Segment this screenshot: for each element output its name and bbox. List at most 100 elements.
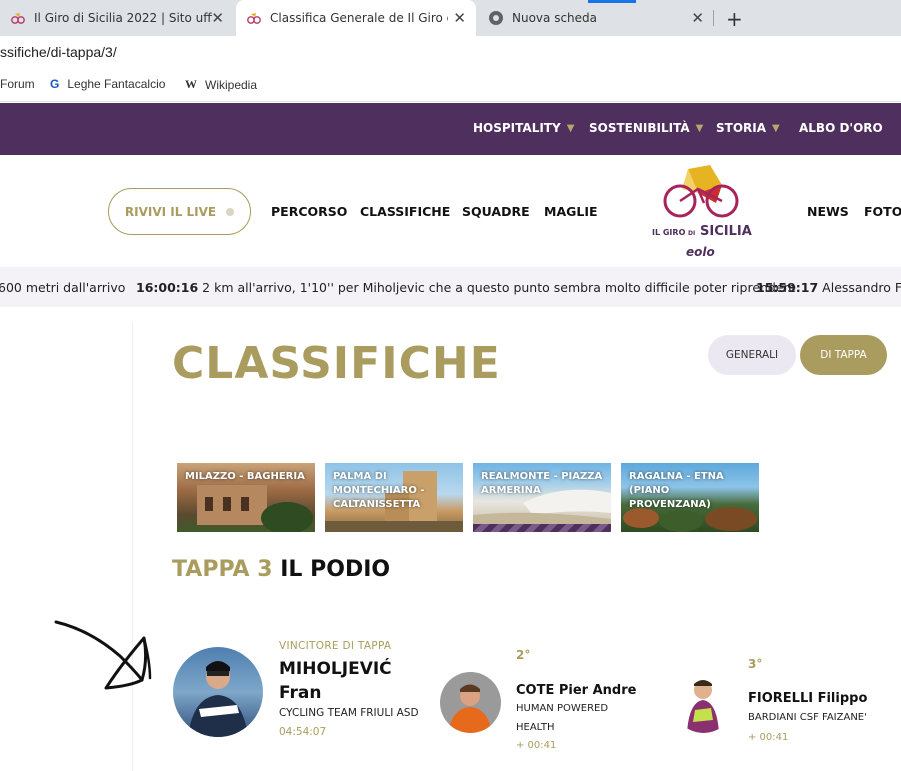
tab-title: Classifica Generale de Il Giro di Sicili… <box>270 11 448 25</box>
giro-favicon-icon <box>10 10 26 26</box>
team-line: HUMAN POWERED <box>516 703 609 714</box>
browser-tab-new[interactable]: Nuova scheda ✕ <box>478 0 714 36</box>
browser-tab-classifica[interactable]: Classifica Generale de Il Giro di Sicili… <box>236 0 476 36</box>
third-position: 3° <box>748 657 763 671</box>
ticker-text: 2 km all'arrivo, 1'10'' per Miholjevic c… <box>202 280 797 295</box>
tab-separator <box>713 10 714 26</box>
podium-heading: TAPPA 3 IL PODIO <box>172 557 390 582</box>
filter-di-tappa-button[interactable]: DI TAPPA <box>800 335 887 375</box>
ticker-item: 600 metri dall'arrivo <box>0 280 125 295</box>
nav-news[interactable]: NEWS <box>807 204 849 219</box>
browser-tab-strip: Il Giro di Sicilia 2022 | Sito ufficiale… <box>0 0 901 36</box>
nav-storia[interactable]: STORIA ▼ <box>716 121 780 135</box>
ticker-text: 600 metri dall'arrivo <box>0 280 126 295</box>
second-gap: + 00:41 <box>516 740 557 751</box>
winner-avatar[interactable] <box>173 647 263 737</box>
chevron-down-icon: ▼ <box>566 122 575 134</box>
nav-label: STORIA <box>716 121 767 135</box>
winner-time: 04:54:07 <box>279 726 327 738</box>
bookmark-forum[interactable]: Forum <box>0 77 35 91</box>
url-text[interactable]: ssifiche/di-tappa/3/ <box>0 44 117 60</box>
fantacalcio-icon: G <box>50 77 60 91</box>
third-team: BARDIANI CSF FAIZANE' <box>748 712 867 723</box>
bookmark-label: Forum <box>0 77 35 91</box>
tab-title: Il Giro di Sicilia 2022 | Sito ufficiale <box>34 11 212 25</box>
filter-generali-button[interactable]: GENERALI <box>708 335 796 375</box>
chevron-down-icon: ▼ <box>695 122 704 134</box>
nav-label: SOSTENIBILITÀ <box>589 121 690 135</box>
ticker-item: 16:00:16 2 km all'arrivo, 1'10'' per Mih… <box>136 280 796 295</box>
winner-label: VINCITORE DI TAPPA <box>279 640 392 652</box>
stage-card-4[interactable]: RAGALNA - ETNA (PIANO PROVENZANA) <box>621 463 759 532</box>
heading-rest: IL PODIO <box>280 557 391 582</box>
giro-di-sicilia-logo[interactable]: IL GIRO DI SICILIA eolo <box>648 163 752 261</box>
nav-sostenibilita[interactable]: SOSTENIBILITÀ ▼ <box>589 121 703 135</box>
giro-favicon-icon <box>246 10 262 26</box>
ticker-item: 15:59:17 Alessandro Fede <box>756 280 901 295</box>
stage-label: RAGALNA - ETNA (PIANO PROVENZANA) <box>629 471 724 510</box>
ticker-time: 15:59:17 <box>756 280 819 295</box>
logo-line1: IL GIRO <box>652 228 686 237</box>
bookmarks-bar: Forum G Leghe Fantacalcio W Wikipedia <box>0 68 901 102</box>
winner-team: CYCLING TEAM FRIULI ASD <box>279 707 419 719</box>
third-name[interactable]: FIORELLI Filippo <box>748 691 867 706</box>
site-header: RIVIVI IL LIVE PERCORSO CLASSIFICHE SQUA… <box>0 155 901 267</box>
tab-loading-indicator <box>588 0 636 3</box>
nav-hospitality[interactable]: HOSPITALITY ▼ <box>473 121 574 135</box>
rider-photo <box>448 684 492 733</box>
stage-card-2[interactable]: PALMA DI MONTECHIARO - CALTANISSETTA <box>325 463 463 532</box>
heading-stage-number: 3 <box>257 557 273 582</box>
top-navigation: HOSPITALITY ▼ SOSTENIBILITÀ ▼ STORIA ▼ A… <box>0 103 901 155</box>
close-tab-icon[interactable]: ✕ <box>691 9 704 27</box>
nav-percorso[interactable]: PERCORSO <box>271 204 347 219</box>
nav-maglie[interactable]: MAGLIE <box>544 204 598 219</box>
logo-line2: DI <box>688 230 695 237</box>
stage-card-1[interactable]: MILAZZO - BAGHERIA <box>177 463 315 532</box>
nav-squadre[interactable]: SQUADRE <box>462 204 530 219</box>
rivivi-live-button[interactable]: RIVIVI IL LIVE <box>108 188 251 235</box>
close-tab-icon[interactable]: ✕ <box>211 9 224 27</box>
nav-label: ALBO D'ORO <box>799 121 883 135</box>
nav-classifiche[interactable]: CLASSIFICHE <box>360 204 450 219</box>
winner-name[interactable]: MIHOLJEVIĆ Fran <box>279 657 392 705</box>
chrome-icon <box>488 10 504 26</box>
close-tab-icon[interactable]: ✕ <box>453 9 466 27</box>
page-title: CLASSIFICHE <box>172 338 501 389</box>
bookmark-wikipedia[interactable]: W Wikipedia <box>185 77 257 92</box>
team-line: HEALTH <box>516 722 555 733</box>
winner-surname: MIHOLJEVIĆ <box>279 659 392 679</box>
stage-label: MILAZZO - BAGHERIA <box>185 471 305 482</box>
content-divider <box>132 322 133 771</box>
third-gap: + 00:41 <box>748 732 789 743</box>
logo-line3: SICILIA <box>700 224 752 239</box>
second-avatar[interactable] <box>440 672 501 733</box>
bookmark-leghe-fantacalcio[interactable]: G Leghe Fantacalcio <box>50 77 165 91</box>
selected-stage-indicator <box>473 524 611 532</box>
ticker-text: Alessandro Fede <box>822 280 901 295</box>
address-bar[interactable]: ssifiche/di-tappa/3/ <box>0 36 901 68</box>
nav-foto[interactable]: FOTO <box>864 204 901 219</box>
ticker-time: 16:00:16 <box>136 280 199 295</box>
second-team: HUMAN POWERED HEALTH <box>516 699 608 737</box>
tab-title: Nuova scheda <box>512 11 598 25</box>
live-status-dot <box>226 207 235 216</box>
nav-label: HOSPITALITY <box>473 121 561 135</box>
new-tab-button[interactable]: + <box>726 7 743 31</box>
logo-sponsor: eolo <box>686 245 715 259</box>
live-ticker: 600 metri dall'arrivo 16:00:16 2 km all'… <box>0 267 901 307</box>
hand-drawn-arrow-icon <box>54 620 152 690</box>
stage-card-3[interactable]: REALMONTE - PIAZZA ARMERINA <box>473 463 611 532</box>
second-name[interactable]: COTE Pier Andre <box>516 683 636 698</box>
third-avatar[interactable] <box>673 672 734 733</box>
rider-photo <box>188 661 248 737</box>
stage-label: REALMONTE - PIAZZA ARMERINA <box>481 471 603 496</box>
winner-firstname: Fran <box>279 683 322 703</box>
chevron-down-icon: ▼ <box>772 122 780 134</box>
rider-photo <box>687 680 719 733</box>
bookmark-label: Leghe Fantacalcio <box>67 77 166 91</box>
wikipedia-icon: W <box>185 77 197 91</box>
nav-albo-doro[interactable]: ALBO D'ORO <box>799 121 883 135</box>
browser-tab-giro-home[interactable]: Il Giro di Sicilia 2022 | Sito ufficiale… <box>0 0 234 36</box>
heading-word: TAPPA <box>172 557 250 582</box>
second-position: 2° <box>516 648 531 662</box>
